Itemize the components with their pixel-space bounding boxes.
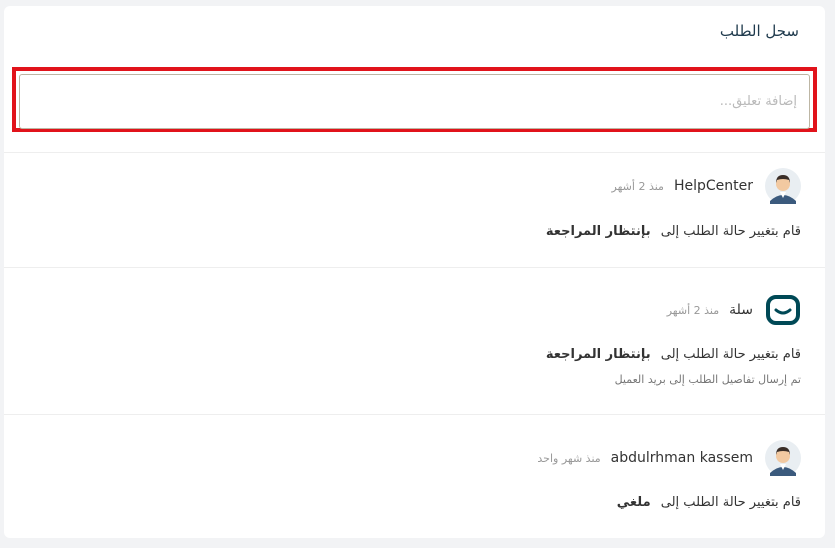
author-name: سلة (729, 302, 753, 318)
status-change-text: قام بتغيير حالة الطلب إلى بإنتظار المراج… (546, 224, 801, 239)
author-name: HelpCenter (673, 178, 753, 194)
author-name: abdulrhman kassem (610, 450, 753, 466)
action-prefix: قام بتغيير حالة الطلب إلى (660, 347, 801, 362)
status-value: ملغي (616, 495, 651, 510)
divider (4, 152, 825, 153)
order-history-card: سجل الطلب HelpCenter منذ 2 أشهر قام بتغي… (4, 6, 825, 538)
user-avatar-icon (765, 440, 801, 476)
divider (4, 267, 825, 268)
divider (4, 414, 825, 415)
entry-time: منذ شهر واحد (537, 452, 601, 465)
status-change-text: قام بتغيير حالة الطلب إلى ملغي (617, 495, 801, 510)
status-value: بإنتظار المراجعة (545, 347, 651, 362)
card-title: سجل الطلب (719, 22, 799, 40)
salla-logo-icon (766, 295, 800, 325)
entry-time: منذ 2 أشهر (611, 180, 664, 193)
comment-input[interactable] (19, 74, 810, 129)
status-value: بإنتظار المراجعة (545, 224, 651, 239)
status-change-text: قام بتغيير حالة الطلب إلى بإنتظار المراج… (546, 347, 801, 362)
action-prefix: قام بتغيير حالة الطلب إلى (660, 495, 801, 510)
user-avatar-icon (765, 168, 801, 204)
entry-time: منذ 2 أشهر (666, 304, 720, 317)
entry-note: تم إرسال تفاصيل الطلب إلى بريد العميل (614, 373, 801, 386)
action-prefix: قام بتغيير حالة الطلب إلى (660, 224, 801, 239)
